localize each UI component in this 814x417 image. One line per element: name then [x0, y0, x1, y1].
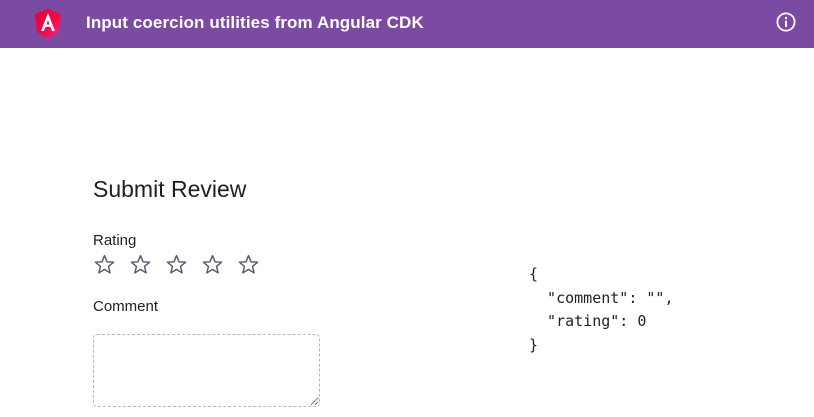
angular-logo-icon — [33, 8, 63, 40]
info-icon[interactable] — [776, 12, 796, 32]
app-title: Input coercion utilities from Angular CD… — [86, 13, 424, 32]
form-value-json: { "comment": "", "rating": 0 } — [529, 263, 674, 357]
star-2-icon[interactable] — [129, 253, 152, 276]
main-content: Submit Review Rating Comment { "comment"… — [0, 48, 814, 417]
star-1-icon[interactable] — [93, 253, 116, 276]
comment-textarea[interactable] — [93, 334, 320, 407]
json-close-brace: } — [529, 335, 539, 354]
star-3-icon[interactable] — [165, 253, 188, 276]
json-rating-line: "rating": 0 — [529, 312, 647, 330]
app-toolbar: Input coercion utilities from Angular CD… — [0, 0, 814, 48]
json-open-brace: { — [529, 265, 539, 283]
star-5-icon[interactable] — [237, 253, 260, 276]
comment-label: Comment — [93, 298, 159, 315]
json-comment-line: "comment": "", — [529, 288, 674, 307]
star-rating — [93, 253, 260, 276]
star-4-icon[interactable] — [201, 253, 224, 276]
form-heading: Submit Review — [93, 176, 247, 202]
rating-label: Rating — [93, 232, 137, 249]
